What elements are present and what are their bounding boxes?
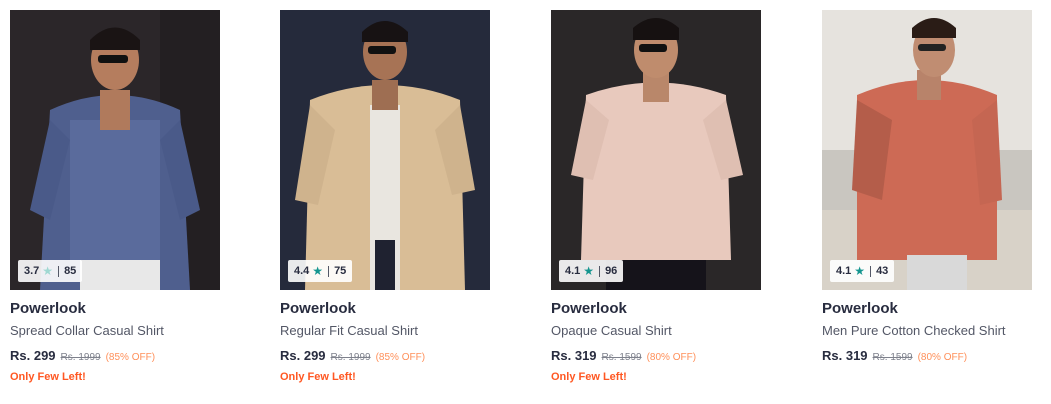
price-row: Rs. 299 Rs. 1999 (85% OFF) bbox=[10, 348, 155, 363]
product-mrp: Rs. 1599 bbox=[872, 352, 913, 363]
product-card[interactable]: 4.4 ★ 75 Powerlook Regular Fit Casual Sh… bbox=[280, 10, 490, 394]
stock-status: Only Few Left! bbox=[551, 371, 627, 383]
product-title[interactable]: Spread Collar Casual Shirt bbox=[10, 323, 164, 338]
product-mrp: Rs. 1599 bbox=[601, 352, 642, 363]
product-discount: (80% OFF) bbox=[646, 352, 697, 363]
rating-value: 4.4 bbox=[294, 265, 310, 277]
product-card[interactable]: 4.1 ★ 96 Powerlook Opaque Casual Shirt R… bbox=[551, 10, 761, 394]
product-brand[interactable]: Powerlook bbox=[822, 300, 898, 317]
product-discount: (85% OFF) bbox=[375, 352, 426, 363]
product-price: Rs. 299 bbox=[10, 348, 56, 363]
product-mrp: Rs. 1999 bbox=[330, 352, 371, 363]
product-brand[interactable]: Powerlook bbox=[10, 300, 86, 317]
product-image[interactable]: 4.1 ★ 96 bbox=[551, 10, 761, 290]
rating-divider bbox=[58, 265, 60, 277]
product-price: Rs. 319 bbox=[551, 348, 597, 363]
price-row: Rs. 299 Rs. 1999 (85% OFF) bbox=[280, 348, 425, 363]
product-price: Rs. 319 bbox=[822, 348, 868, 363]
stock-status: Only Few Left! bbox=[10, 371, 86, 383]
product-discount: (80% OFF) bbox=[917, 352, 968, 363]
product-photo bbox=[822, 10, 1032, 290]
product-brand[interactable]: Powerlook bbox=[551, 300, 627, 317]
rating-divider bbox=[328, 265, 330, 277]
rating-value: 3.7 bbox=[24, 265, 40, 277]
rating-divider bbox=[870, 265, 872, 277]
product-grid: 3.7 ★ 85 Powerlook Spread Collar Casual … bbox=[0, 0, 1051, 404]
product-card[interactable]: 3.7 ★ 85 Powerlook Spread Collar Casual … bbox=[10, 10, 220, 394]
product-image[interactable]: 4.1 ★ 43 bbox=[822, 10, 1032, 290]
product-title[interactable]: Regular Fit Casual Shirt bbox=[280, 323, 418, 338]
rating-badge: 4.1 ★ 96 bbox=[559, 260, 624, 282]
rating-badge: 3.7 ★ 85 bbox=[18, 260, 83, 282]
product-discount: (85% OFF) bbox=[105, 352, 156, 363]
rating-count: 96 bbox=[605, 265, 618, 277]
product-mrp: Rs. 1999 bbox=[60, 352, 101, 363]
product-title[interactable]: Opaque Casual Shirt bbox=[551, 323, 672, 338]
product-title[interactable]: Men Pure Cotton Checked Shirt bbox=[822, 323, 1006, 338]
star-icon: ★ bbox=[854, 264, 866, 278]
product-image[interactable]: 4.4 ★ 75 bbox=[280, 10, 490, 290]
star-icon: ★ bbox=[583, 264, 595, 278]
product-photo bbox=[280, 10, 490, 290]
product-card[interactable]: 4.1 ★ 43 Powerlook Men Pure Cotton Check… bbox=[822, 10, 1032, 394]
product-photo bbox=[551, 10, 761, 290]
product-brand[interactable]: Powerlook bbox=[280, 300, 356, 317]
star-icon: ★ bbox=[312, 264, 324, 278]
rating-badge: 4.1 ★ 43 bbox=[830, 260, 895, 282]
star-icon: ★ bbox=[42, 264, 54, 278]
rating-value: 4.1 bbox=[565, 265, 581, 277]
stock-status: Only Few Left! bbox=[280, 371, 356, 383]
price-row: Rs. 319 Rs. 1599 (80% OFF) bbox=[822, 348, 967, 363]
rating-badge: 4.4 ★ 75 bbox=[288, 260, 353, 282]
product-price: Rs. 299 bbox=[280, 348, 326, 363]
price-row: Rs. 319 Rs. 1599 (80% OFF) bbox=[551, 348, 696, 363]
product-image[interactable]: 3.7 ★ 85 bbox=[10, 10, 220, 290]
rating-count: 75 bbox=[334, 265, 347, 277]
rating-value: 4.1 bbox=[836, 265, 852, 277]
rating-count: 43 bbox=[876, 265, 889, 277]
rating-count: 85 bbox=[64, 265, 77, 277]
rating-divider bbox=[599, 265, 601, 277]
product-photo bbox=[10, 10, 220, 290]
